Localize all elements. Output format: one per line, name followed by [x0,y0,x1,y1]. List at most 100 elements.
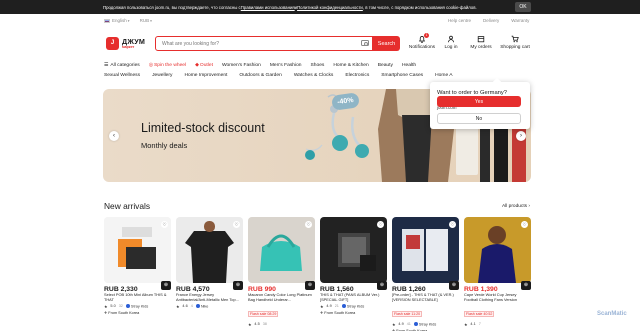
category-beauty[interactable]: Beauty [378,62,393,68]
orders-button[interactable]: My orders [466,35,496,50]
product-rating: 4.5 [254,322,260,326]
product-card[interactable]: ♡ ⊕ RUB 4,570 France Energy Jersey Antibact… [176,217,243,309]
shop-icon [413,321,418,326]
product-card[interactable]: ♡ ⊕ RUB 1,560 THIS & THAT (PANS ALBUM Ver.)… [320,217,387,315]
product-name[interactable]: [Pre-order] - THIS & THAT (& VER.) [VERS… [392,293,459,302]
wheel-icon: ◎ [148,63,154,68]
add-to-cart-button[interactable]: ⊕ [233,281,243,290]
shop-icon [341,303,346,308]
product-name[interactable]: Macaron Candy Color Long Platinum Bag Ha… [248,293,315,302]
subcategory-item[interactable]: Watches & Clocks [294,73,334,78]
product-photo [320,217,387,283]
product-card[interactable]: ♡ ⊕ RUB 1,260 [Pre-order] - THIS & THAT (& … [392,217,459,331]
product-rating: 5.0 [110,304,116,308]
product-name[interactable]: France Energy Jersey Antibacterial/Anti-… [176,293,243,302]
product-name[interactable]: Select POB 10th Mini Album THIS & THAT [104,293,171,302]
product-name[interactable]: THIS & THAT (PANS ALBUM Ver.) [SPECIAL G… [320,293,387,302]
add-to-cart-button[interactable]: ⊕ [161,281,171,290]
star-icon: ★ [248,322,252,327]
cart-icon: ⊕ [379,282,385,288]
product-image[interactable]: ♡ [104,217,171,283]
heart-icon[interactable]: ♡ [521,221,528,228]
heart-icon[interactable]: ♡ [377,221,384,228]
cart-icon: ⊕ [451,282,457,288]
cookie-ok-button[interactable]: OK [515,2,531,12]
search-button[interactable]: Search [373,36,400,51]
product-rating: 4.9 [326,304,332,308]
outlet-link[interactable]: ◆ Outlet [195,62,213,69]
notification-badge: 1 [424,33,429,38]
product-image[interactable]: ♡ [464,217,531,283]
review-count: 38 [262,322,267,326]
subcategory-item[interactable]: Electronics [345,73,369,78]
add-to-cart-button[interactable]: ⊕ [449,281,459,290]
product-meta: ★ 5.0 32 Stray Kids [104,303,171,309]
privacy-link[interactable]: Политикой конфиденциальности [297,5,363,10]
product-image[interactable]: ♡ [320,217,387,283]
shop-name[interactable]: Nike [195,303,208,308]
review-count: 21 [334,304,339,308]
spin-the-wheel-link[interactable]: ◎ Spin the wheel [148,62,186,69]
flag-icon [104,18,110,23]
camera-icon[interactable] [361,40,369,46]
subcategory-item[interactable]: Outdoors & Garden [239,73,281,78]
banner-prev-button[interactable]: ‹ [109,131,119,141]
currency-selector[interactable]: RUB▾ [140,18,152,23]
category-mens-fashion[interactable]: Men's Fashion [270,62,302,68]
heart-icon[interactable]: ♡ [449,221,456,228]
product-photo [464,217,531,283]
product-card[interactable]: ♡ ⊕ RUB 990 Macaron Candy Color Long Platin… [248,217,315,327]
help-centre-link[interactable]: Help centre [448,18,471,23]
subcategory-item[interactable]: Home A [435,73,452,78]
cookie-text: Продолжая пользоваться joom.ru, вы подтв… [103,4,241,10]
subcategory-item[interactable]: Smartphone Cases [381,73,423,78]
notifications-button[interactable]: 1 Notifications [407,33,437,50]
add-to-cart-button[interactable]: ⊕ [305,281,315,290]
category-health[interactable]: Health [402,62,416,68]
category-home-kitchen[interactable]: Home & Kitchen [333,62,368,68]
category-shoes[interactable]: Shoes [311,62,325,68]
terms-link[interactable]: Правилами использования [241,5,295,10]
cart-button[interactable]: Shopping cart [498,35,532,50]
chevron-right-icon: › [520,133,522,139]
tag-icon: ◆ [195,63,199,68]
subcategory-item[interactable]: Home Improvement [184,73,227,78]
star-icon: ★ [464,322,468,327]
login-button[interactable]: Log in [436,35,466,50]
banner-subtitle: Monthly deals [141,141,188,150]
heart-icon[interactable]: ♡ [161,221,168,228]
add-to-cart-button[interactable]: ⊕ [521,281,531,290]
product-card[interactable]: ♡ ⊕ RUB 1,390 Cape Verde World Cup Jersey F… [464,217,531,327]
shop-name[interactable]: Stray Kids [341,303,364,308]
language-selector[interactable]: English▾ [104,18,130,23]
product-image[interactable]: ♡ [176,217,243,283]
cookie-text-end: , в том числе, с порядком использования … [362,4,477,10]
brand-subtitle: маркет [122,45,135,49]
popup-no-button[interactable]: No [437,113,521,124]
all-products-link[interactable]: All products › [502,204,530,209]
shop-name[interactable]: Stray Kids [125,303,148,308]
product-card[interactable]: ♡ ⊕ RUB 2,330 Select POB 10th Mini Album TH… [104,217,171,315]
add-to-cart-button[interactable]: ⊕ [377,281,387,290]
heart-icon[interactable]: ♡ [233,221,240,228]
category-womens-fashion[interactable]: Women's Fashion [222,62,261,68]
search-input[interactable] [155,36,373,51]
product-photo [248,217,315,283]
delivery-link[interactable]: Delivery [483,18,499,23]
product-image[interactable]: ♡ [248,217,315,283]
warranty-link[interactable]: Warranty [511,18,529,23]
popup-yes-button[interactable]: Yes [437,96,521,107]
category-nav: ☰ All categories ◎ Spin the wheel ◆ Outlet … [104,62,416,69]
plane-icon: ✈ [104,311,108,315]
subcategory-item[interactable]: Jewellery [152,73,172,78]
product-rating: 4.9 [398,322,404,326]
all-categories-button[interactable]: ☰ All categories [104,62,140,69]
product-image[interactable]: ♡ [392,217,459,283]
logo[interactable]: J [106,37,119,50]
heart-icon[interactable]: ♡ [305,221,312,228]
shop-name[interactable]: Stray Kids [413,321,436,326]
product-name[interactable]: Cape Verde World Cup Jersey Football Clo… [464,293,531,302]
subcategory-item[interactable]: Sexual Wellness [104,73,140,78]
box-icon [477,36,485,43]
banner-next-button[interactable]: › [516,131,526,141]
